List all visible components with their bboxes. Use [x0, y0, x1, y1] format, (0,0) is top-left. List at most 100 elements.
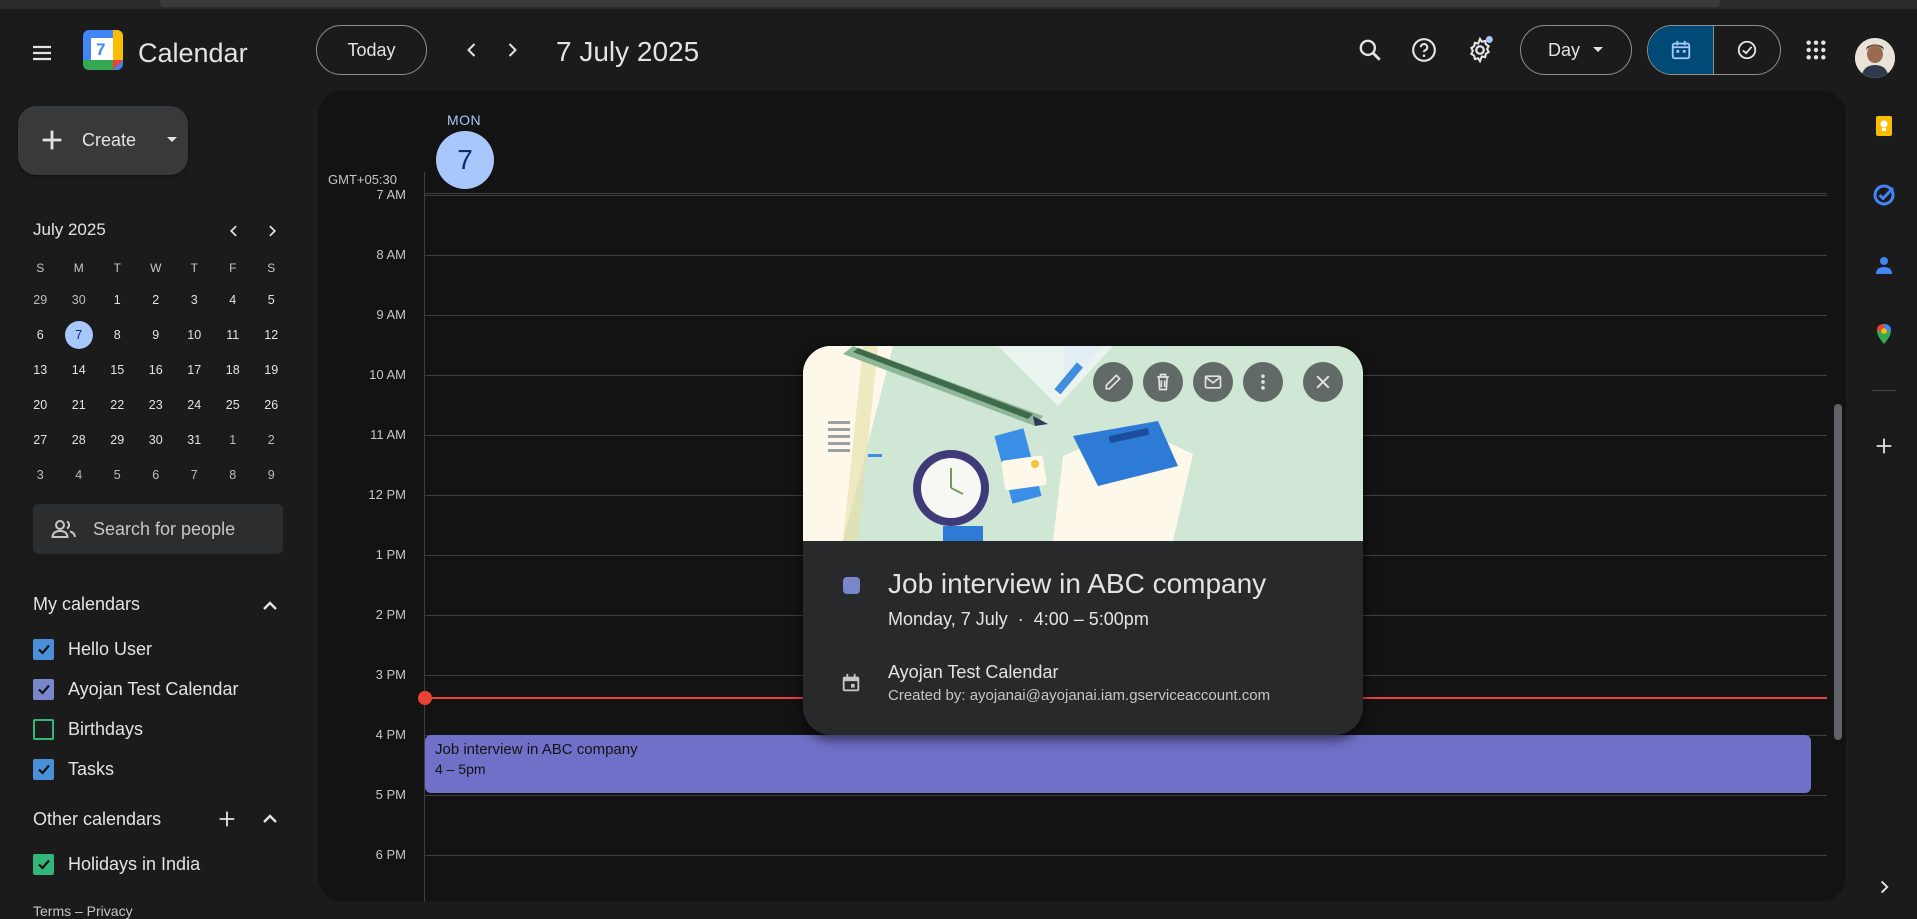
email-guests-button[interactable]	[1193, 362, 1233, 402]
popup-calendar-name: Ayojan Test Calendar	[888, 662, 1059, 682]
mini-calendar-day[interactable]: 11	[214, 317, 253, 352]
delete-event-button[interactable]	[1143, 362, 1183, 402]
tasks-icon	[1873, 184, 1895, 206]
mini-calendar-day[interactable]: 9	[252, 457, 291, 492]
mini-calendar-day[interactable]: 2	[252, 422, 291, 457]
calendar-list-item[interactable]: Tasks	[33, 754, 114, 784]
close-popup-button[interactable]	[1303, 362, 1343, 402]
mini-calendar-next-button[interactable]	[260, 216, 284, 246]
mini-calendar-day[interactable]: 25	[214, 387, 253, 422]
mini-calendar-day[interactable]: 3	[175, 282, 214, 317]
mini-calendar-day[interactable]: 7	[175, 457, 214, 492]
mini-calendar-day[interactable]: 5	[98, 457, 137, 492]
mini-calendar-day[interactable]: 1	[98, 282, 137, 317]
mini-calendar-day[interactable]: 9	[137, 317, 176, 352]
chevron-up-icon[interactable]	[260, 596, 280, 616]
mini-calendar-day[interactable]: 5	[252, 282, 291, 317]
mini-calendar-day[interactable]: 30	[60, 282, 99, 317]
day-view-scrollbar[interactable]	[1834, 404, 1842, 740]
mini-calendar-day-label: 29	[110, 432, 125, 447]
create-button[interactable]: Create	[18, 106, 188, 175]
mini-calendar-day-label: 21	[71, 397, 86, 412]
search-people-input[interactable]: Search for people	[33, 504, 283, 554]
mini-calendar-day[interactable]: 13	[21, 352, 60, 387]
add-other-calendar-icon[interactable]	[216, 808, 238, 830]
checkbox-checked[interactable]	[33, 638, 54, 660]
account-avatar[interactable]	[1855, 38, 1895, 78]
mini-calendar-day[interactable]: 3	[21, 457, 60, 492]
mini-calendar-week-row: 6 7 8 9 10 11 12	[21, 317, 291, 352]
mini-calendar-day[interactable]: 10	[175, 317, 214, 352]
chevron-up-icon[interactable]	[260, 809, 280, 829]
mini-calendar-day[interactable]: 16	[137, 352, 176, 387]
mini-calendar-day[interactable]: 12	[252, 317, 291, 352]
mini-calendar-day[interactable]: 28	[60, 422, 99, 457]
calendar-list-item[interactable]: Ayojan Test Calendar	[33, 674, 238, 704]
tasks-side-panel-button[interactable]	[1868, 179, 1900, 211]
all-day-separator	[424, 193, 1827, 194]
calendar-logo[interactable]: 7	[83, 30, 123, 70]
maps-side-panel-button[interactable]	[1868, 318, 1900, 350]
mini-calendar-day[interactable]: 31	[175, 422, 214, 457]
mini-calendar-day[interactable]: 8	[214, 457, 253, 492]
calendar-list-item[interactable]: Hello User	[33, 634, 152, 664]
mini-calendar-day[interactable]: 6	[21, 317, 60, 352]
mini-calendar-day[interactable]: 24	[175, 387, 214, 422]
mini-calendar-day[interactable]: 14	[60, 352, 99, 387]
mini-calendar-day[interactable]: 4	[60, 457, 99, 492]
hour-gridline	[424, 315, 1827, 316]
settings-button[interactable]	[1460, 30, 1500, 70]
event-color-swatch	[843, 577, 860, 594]
mini-calendar-day[interactable]: 8	[98, 317, 137, 352]
mini-calendar-prev-button[interactable]	[222, 216, 246, 246]
trash-icon	[1157, 373, 1169, 391]
keep-side-panel-button[interactable]	[1868, 110, 1900, 142]
previous-day-button[interactable]	[452, 30, 492, 70]
tasks-view-button[interactable]	[1714, 26, 1780, 74]
contacts-side-panel-button[interactable]	[1868, 249, 1900, 281]
next-day-button[interactable]	[492, 30, 532, 70]
mini-calendar-day[interactable]: 17	[175, 352, 214, 387]
hide-side-panel-button[interactable]	[1868, 871, 1900, 903]
calendar-list-item[interactable]: Holidays in India	[33, 849, 200, 879]
mini-calendar-day-selected[interactable]: 7	[60, 317, 99, 352]
mini-calendar-day[interactable]: 2	[137, 282, 176, 317]
mini-calendar-day[interactable]: 29	[21, 282, 60, 317]
mini-calendar-day[interactable]: 4	[214, 282, 253, 317]
mini-calendar-day[interactable]: 1	[214, 422, 253, 457]
get-add-ons-button[interactable]	[1868, 430, 1900, 462]
search-button[interactable]	[1350, 30, 1390, 70]
mini-calendar-day[interactable]: 22	[98, 387, 137, 422]
event-block[interactable]: Job interview in ABC company 4 – 5pm	[425, 735, 1811, 793]
mini-calendar-day[interactable]: 21	[60, 387, 99, 422]
my-calendars-title[interactable]: My calendars	[33, 594, 140, 615]
other-calendars-title[interactable]: Other calendars	[33, 809, 161, 830]
mini-calendar-day-label: 27	[33, 432, 48, 447]
edit-event-button[interactable]	[1093, 362, 1133, 402]
mini-calendar-day[interactable]: 19	[252, 352, 291, 387]
day-number-button[interactable]: 7	[436, 131, 494, 189]
checkbox-checked[interactable]	[33, 758, 54, 780]
more-options-button[interactable]	[1243, 362, 1283, 402]
mini-calendar-day[interactable]: 30	[137, 422, 176, 457]
mini-calendar-day[interactable]: 26	[252, 387, 291, 422]
checkbox-unchecked[interactable]	[33, 718, 54, 740]
mini-calendar-day[interactable]: 27	[21, 422, 60, 457]
checkbox-checked[interactable]	[33, 853, 54, 875]
mini-calendar-day[interactable]: 23	[137, 387, 176, 422]
google-apps-button[interactable]	[1796, 30, 1836, 70]
mini-calendar-day[interactable]: 6	[137, 457, 176, 492]
today-button[interactable]: Today	[316, 25, 427, 75]
mini-calendar-day[interactable]: 15	[98, 352, 137, 387]
main-menu-button[interactable]	[22, 33, 62, 73]
calendar-view-button[interactable]	[1648, 26, 1714, 74]
terms-privacy-link[interactable]: Terms – Privacy	[33, 903, 133, 919]
mini-calendar-day[interactable]: 29	[98, 422, 137, 457]
checkbox-checked[interactable]	[33, 678, 54, 700]
mini-calendar-day[interactable]: 18	[214, 352, 253, 387]
mini-calendar-day[interactable]: 20	[21, 387, 60, 422]
mini-calendar-day-label: 10	[187, 327, 202, 342]
view-selector[interactable]: Day	[1520, 25, 1632, 75]
help-button[interactable]	[1404, 30, 1444, 70]
calendar-list-item[interactable]: Birthdays	[33, 714, 143, 744]
